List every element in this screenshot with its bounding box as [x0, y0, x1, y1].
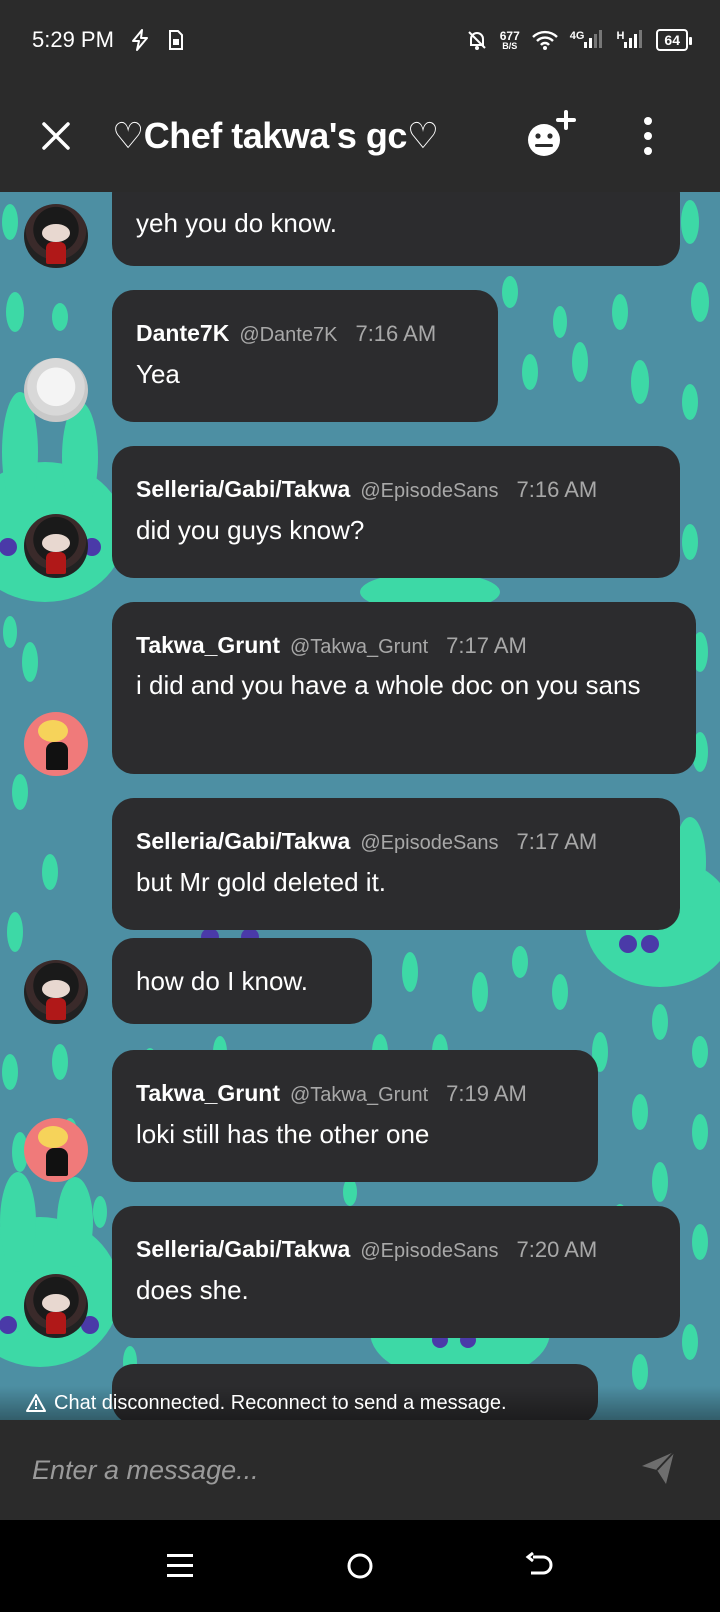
avatar[interactable]	[24, 712, 88, 776]
warning-icon	[26, 1394, 46, 1412]
message-text: did you guys know?	[136, 515, 365, 545]
message-meta: Dante7K @Dante7K 7:16 AM	[136, 290, 474, 347]
sender-name[interactable]: Dante7K	[136, 320, 229, 347]
sender-handle: @EpisodeSans	[360, 1240, 499, 1262]
avatar[interactable]	[24, 358, 88, 422]
add-member-button[interactable]	[522, 110, 582, 162]
message-text: yeh you do know.	[136, 208, 337, 238]
disconnected-text: Chat disconnected. Reconnect to send a m…	[54, 1391, 507, 1414]
back-button[interactable]	[516, 1542, 564, 1590]
message-bubble[interactable]: Selleria/Gabi/Takwa @EpisodeSans 7:20 AM…	[112, 1206, 680, 1338]
battery-indicator: 64	[656, 29, 692, 51]
sender-handle: @Takwa_Grunt	[290, 636, 429, 658]
home-button[interactable]	[336, 1542, 384, 1590]
mute-notification-icon	[468, 31, 486, 50]
more-vertical-icon	[644, 117, 652, 125]
signal-4g: 4G	[570, 29, 605, 51]
send-icon	[642, 1451, 675, 1484]
avatar[interactable]	[24, 960, 88, 1024]
message-meta: Takwa_Grunt @Takwa_Grunt 7:17 AM	[136, 602, 672, 659]
message-bubble[interactable]: Dante7K @Dante7K 7:16 AM Yea	[112, 290, 498, 422]
sender-name[interactable]: Takwa_Grunt	[136, 632, 280, 659]
flash-icon	[131, 29, 148, 51]
sender-handle: @Takwa_Grunt	[290, 1084, 429, 1106]
send-button[interactable]	[640, 1450, 680, 1490]
avatar[interactable]	[24, 204, 88, 268]
avatar[interactable]	[24, 1274, 88, 1338]
signal-icon	[584, 29, 603, 48]
more-options-button[interactable]	[630, 108, 666, 164]
status-bar: 5:29 PM 677 B/S 4G H 64	[0, 0, 720, 80]
sender-handle: @Dante7K	[239, 324, 338, 346]
message-text: Yea	[136, 359, 180, 389]
sender-name[interactable]: Takwa_Grunt	[136, 1080, 280, 1107]
sender-handle: @EpisodeSans	[360, 832, 499, 854]
add-member-icon	[528, 110, 576, 156]
sender-name[interactable]: Selleria/Gabi/Takwa	[136, 476, 350, 503]
message-bubble[interactable]: yeh you do know.	[112, 192, 680, 266]
message-text: does she.	[136, 1275, 249, 1305]
disconnected-notice: Chat disconnected. Reconnect to send a m…	[0, 1386, 720, 1420]
avatar[interactable]	[24, 1118, 88, 1182]
avatar[interactable]	[24, 514, 88, 578]
message-bubble[interactable]: Selleria/Gabi/Takwa @EpisodeSans 7:16 AM…	[112, 446, 680, 578]
message-text: but Mr gold deleted it.	[136, 867, 387, 897]
app-header: ♡Chef takwa's gc♡	[0, 80, 720, 192]
message-time: 7:16 AM	[516, 477, 598, 502]
message-text: how do I know.	[136, 966, 308, 996]
message-bubble[interactable]: Takwa_Grunt @Takwa_Grunt 7:17 AM i did a…	[112, 602, 696, 774]
message-composer	[0, 1420, 720, 1520]
wifi-icon	[531, 30, 558, 50]
back-icon	[525, 1551, 553, 1575]
message-time: 7:17 AM	[446, 633, 527, 658]
message-meta: Selleria/Gabi/Takwa @EpisodeSans 7:16 AM	[136, 446, 656, 503]
close-button[interactable]	[28, 108, 84, 164]
message-time: 7:16 AM	[355, 321, 437, 346]
message-time: 7:17 AM	[516, 829, 598, 854]
chat-title: ♡Chef takwa's gc♡	[112, 115, 439, 156]
sim-icon	[168, 30, 183, 50]
message-meta: Selleria/Gabi/Takwa @EpisodeSans 7:20 AM	[136, 1206, 656, 1263]
message-bubble[interactable]: Takwa_Grunt @Takwa_Grunt 7:19 AM loki st…	[112, 1050, 598, 1182]
sender-name[interactable]: Selleria/Gabi/Takwa	[136, 1236, 350, 1263]
home-circle-icon	[347, 1553, 373, 1579]
message-text: loki still has the other one	[136, 1119, 430, 1149]
system-nav-bar	[0, 1520, 720, 1612]
message-bubble[interactable]: how do I know.	[112, 938, 372, 1024]
message-text: i did and you have a whole doc on you sa…	[136, 670, 641, 700]
sender-handle: @EpisodeSans	[360, 480, 499, 502]
message-time: 7:19 AM	[446, 1081, 527, 1106]
menu-icon	[167, 1554, 193, 1577]
close-icon	[42, 122, 70, 150]
message-bubble[interactable]: Selleria/Gabi/Takwa @EpisodeSans 7:17 AM…	[112, 798, 680, 930]
message-input[interactable]	[32, 1454, 592, 1486]
message-time: 7:20 AM	[516, 1237, 598, 1262]
chat-area[interactable]: yeh you do know. Dante7K @Dante7K 7:16 A…	[0, 192, 720, 1420]
message-meta: Takwa_Grunt @Takwa_Grunt 7:19 AM	[136, 1050, 574, 1107]
recent-apps-button[interactable]	[156, 1542, 204, 1590]
message-meta: Selleria/Gabi/Takwa @EpisodeSans 7:17 AM	[136, 798, 656, 855]
signal-icon	[624, 29, 643, 48]
signal-h: H	[616, 29, 644, 51]
net-speed: 677 B/S	[499, 28, 520, 51]
status-time: 5:29 PM	[32, 27, 114, 52]
sender-name[interactable]: Selleria/Gabi/Takwa	[136, 828, 350, 855]
